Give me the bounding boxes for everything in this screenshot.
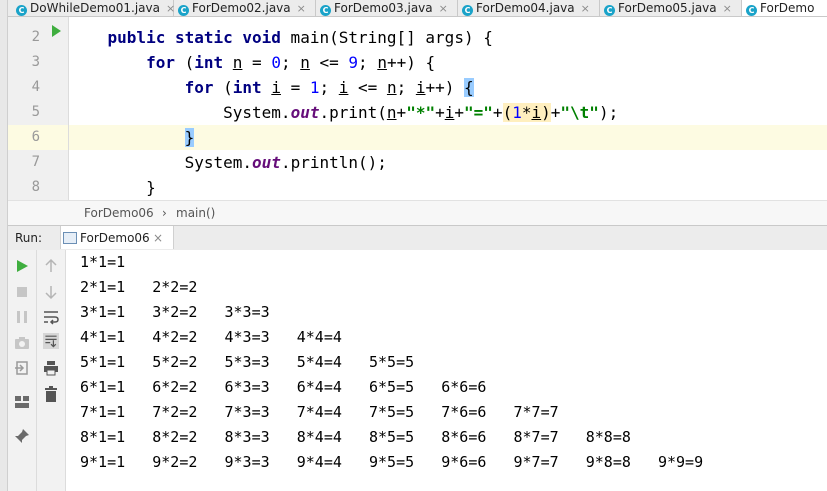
java-class-icon: C <box>746 5 757 16</box>
tab-label: ForDemo <box>760 1 815 15</box>
run-label: Run: <box>15 231 43 245</box>
rerun-icon[interactable] <box>14 258 30 274</box>
camera-icon[interactable] <box>14 335 30 351</box>
tab-dowhiledemo01[interactable]: C DoWhileDemo01.java × <box>12 0 175 16</box>
code-line: for (int n = 0; n <= 9; n++) { <box>146 53 436 72</box>
console-line: 9*1=1 9*2=2 9*3=3 9*4=4 9*5=5 9*6=6 9*7=… <box>80 453 704 471</box>
pause-icon[interactable] <box>14 309 30 325</box>
close-icon[interactable]: × <box>581 2 590 15</box>
code-line-current: } <box>69 125 827 150</box>
editor-gutter[interactable]: 2 3 4 5 6 7 8 <box>8 17 69 200</box>
run-config-label: ForDemo06 <box>80 231 150 245</box>
tab-label: ForDemo04.java <box>476 1 575 15</box>
print-icon[interactable] <box>43 360 59 376</box>
pin-icon[interactable] <box>14 428 30 444</box>
tab-fordemo03[interactable]: C ForDemo03.java × <box>316 0 458 16</box>
exit-icon[interactable] <box>14 360 30 376</box>
code-line: for (int i = 1; i <= n; i++) { <box>184 78 474 97</box>
layout-icon[interactable] <box>14 394 30 410</box>
console-output[interactable]: 1*1=1 2*1=1 2*2=2 3*1=1 3*2=2 3*3=3 4*1=… <box>66 250 827 491</box>
application-icon <box>63 232 77 244</box>
line-number: 8 <box>31 179 40 195</box>
tab-label: ForDemo03.java <box>334 1 433 15</box>
tab-fordemo06[interactable]: C ForDemo <box>742 0 827 16</box>
scroll-to-end-icon[interactable] <box>43 333 59 349</box>
tab-label: ForDemo05.java <box>618 1 717 15</box>
line-number: 3 <box>31 54 40 70</box>
tab-fordemo04[interactable]: C ForDemo04.java × <box>458 0 600 16</box>
java-class-icon: C <box>320 5 331 16</box>
run-toolbar-secondary <box>37 250 66 491</box>
java-class-icon: C <box>178 5 189 16</box>
line-number: 4 <box>31 79 40 95</box>
console-line: 8*1=1 8*2=2 8*3=3 8*4=4 8*5=5 8*6=6 8*7=… <box>80 428 631 446</box>
console-line: 4*1=1 4*2=2 4*3=3 4*4=4 <box>80 328 342 346</box>
breadcrumb-class[interactable]: ForDemo06 <box>84 201 154 225</box>
code-line: System.out.print(n+"*"+i+"="+(1*i)+"\t")… <box>69 103 619 122</box>
close-icon[interactable]: × <box>297 2 306 15</box>
java-class-icon: C <box>462 5 473 16</box>
side-tool-strip[interactable] <box>0 0 8 491</box>
tab-fordemo05[interactable]: C ForDemo05.java × <box>600 0 742 16</box>
tab-label: ForDemo02.java <box>192 1 291 15</box>
console-line: 1*1=1 <box>80 253 126 271</box>
trash-icon[interactable] <box>43 386 59 402</box>
console-line: 3*1=1 3*2=2 3*3=3 <box>80 303 270 321</box>
stop-icon[interactable] <box>14 284 30 300</box>
code-line: System.out.println(); <box>69 153 387 172</box>
scroll-down-icon[interactable] <box>43 284 59 300</box>
editor-tab-bar: C DoWhileDemo01.java × C ForDemo02.java × CF… <box>8 0 827 17</box>
close-icon[interactable]: × <box>723 2 732 15</box>
tab-label: DoWhileDemo01.java <box>30 1 160 15</box>
code-line: } <box>69 178 156 197</box>
run-toolbar-primary <box>8 250 37 491</box>
line-number: 7 <box>31 154 40 170</box>
console-line: 5*1=1 5*2=2 5*3=3 5*4=4 5*5=5 <box>80 353 415 371</box>
line-number: 6 <box>8 125 68 150</box>
line-number: 5 <box>31 104 40 120</box>
tab-fordemo02[interactable]: C ForDemo02.java × <box>174 0 316 16</box>
code-line: public static void main(String[] args) { <box>107 28 493 47</box>
close-icon[interactable]: × <box>439 2 448 15</box>
soft-wrap-icon[interactable] <box>43 309 59 325</box>
console-line: 6*1=1 6*2=2 6*3=3 6*4=4 6*5=5 6*6=6 <box>80 378 487 396</box>
breadcrumb-separator: › <box>162 206 167 220</box>
console-line: 7*1=1 7*2=2 7*3=3 7*4=4 7*5=5 7*6=6 7*7=… <box>80 403 559 421</box>
breadcrumb-method[interactable]: main() <box>176 201 215 225</box>
close-icon[interactable]: × <box>153 226 163 250</box>
line-number: 2 <box>31 29 40 45</box>
run-tool-header: Run: ForDemo06 × <box>8 225 827 251</box>
console-line: 2*1=1 2*2=2 <box>80 278 198 296</box>
java-class-icon: C <box>16 5 27 16</box>
run-config-tab[interactable]: ForDemo06 × <box>60 226 174 249</box>
code-editor[interactable]: public static void main(String[] args) {… <box>69 17 827 200</box>
scroll-up-icon[interactable] <box>43 258 59 274</box>
breadcrumb: ForDemo06 › main() <box>8 200 827 225</box>
java-class-icon: C <box>604 5 615 16</box>
run-arrow-icon[interactable] <box>52 25 61 37</box>
